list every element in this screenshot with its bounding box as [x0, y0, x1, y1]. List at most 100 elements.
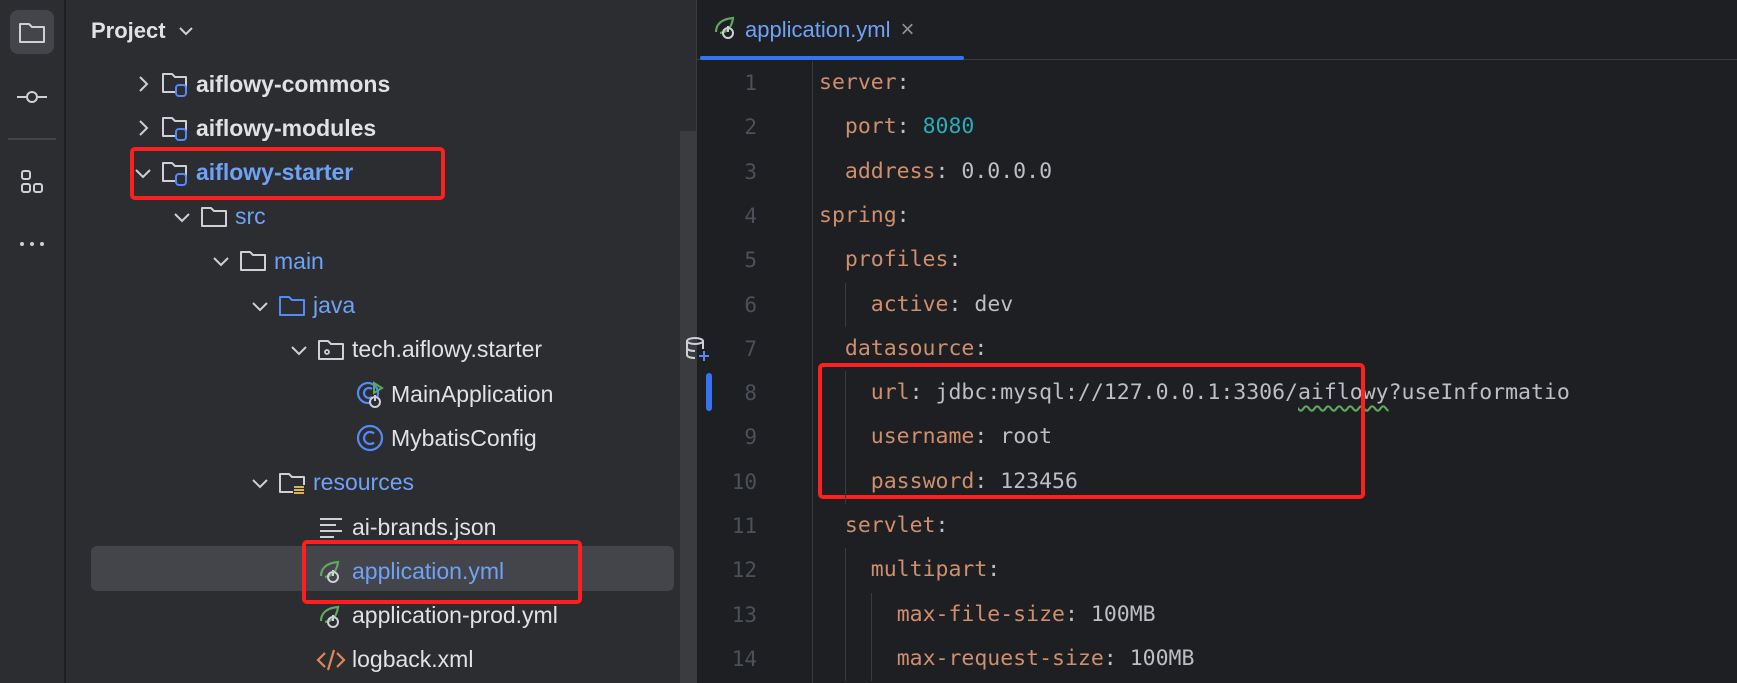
yaml-value: 8080	[922, 114, 975, 140]
line-number: 4	[744, 203, 757, 228]
fold-gutter-line	[812, 61, 813, 683]
tab-application-yml[interactable]: application.yml ×	[705, 0, 923, 60]
yaml-colon: :	[948, 247, 962, 273]
chevron-down-icon[interactable]	[245, 476, 275, 490]
tree-item-label: aiflowy-commons	[196, 70, 391, 97]
tree-item-label: application-prod.yml	[352, 602, 558, 629]
commit-tool-button[interactable]	[10, 75, 54, 119]
yaml-value: 0.0.0.0	[961, 158, 1053, 184]
yaml-key: max-request-size	[896, 645, 1104, 671]
highlight-box-application-yml	[302, 540, 582, 604]
close-icon[interactable]: ×	[901, 16, 915, 44]
yaml-colon: :	[987, 557, 1001, 583]
line-number: 6	[744, 292, 757, 317]
code-line[interactable]: active: dev	[819, 283, 1737, 327]
indent-guide	[844, 548, 846, 682]
tree-item-label: main	[274, 247, 324, 274]
yaml-key: server	[819, 70, 897, 95]
line-number: 11	[731, 514, 757, 538]
line-number-gutter: 1 2 3 4 5 6 7 8 9 10 11 12 13 14	[697, 61, 812, 683]
code-line[interactable]: servlet:	[819, 504, 1737, 548]
structure-tool-button[interactable]	[10, 160, 54, 204]
package-icon	[314, 335, 348, 365]
yaml-key: active	[870, 291, 949, 317]
change-marker[interactable]	[706, 373, 712, 411]
more-tools-button[interactable]	[10, 222, 54, 266]
yaml-key: profiles	[844, 247, 949, 273]
source-folder-icon	[275, 291, 309, 321]
tree-item[interactable]: MainApplication	[323, 372, 553, 416]
module-folder-icon	[158, 69, 192, 99]
tree-item-label: aiflowy-modules	[196, 114, 377, 141]
folder-icon	[19, 23, 45, 43]
tree-item[interactable]: MybatisConfig	[323, 416, 537, 460]
tree-item[interactable]: aiflowy-modules	[128, 106, 376, 150]
project-tool-button[interactable]	[10, 10, 54, 54]
module-folder-icon	[158, 113, 192, 143]
code-line[interactable]: address: 0.0.0.0	[819, 150, 1737, 194]
indent-guide	[870, 592, 872, 682]
chevron-down-icon[interactable]	[206, 254, 236, 268]
code-line[interactable]: multipart:	[819, 548, 1737, 592]
highlight-box-datasource	[818, 363, 1365, 499]
code-line[interactable]: max-request-size: 100MB	[819, 637, 1737, 681]
yaml-value: 100MB	[1129, 645, 1195, 671]
chevron-right-icon[interactable]	[128, 119, 158, 137]
chevron-down-icon[interactable]	[284, 343, 314, 357]
line-number: 3	[744, 159, 757, 184]
line-number: 5	[744, 248, 757, 273]
tree-item[interactable]: aiflowy-commons	[128, 62, 390, 106]
code-line[interactable]: profiles:	[819, 238, 1737, 282]
tree-item[interactable]: java	[245, 284, 355, 328]
tree-item[interactable]: main	[206, 239, 324, 283]
yaml-colon: :	[935, 158, 949, 184]
class-icon	[353, 423, 387, 453]
chevron-down-icon[interactable]	[167, 210, 197, 224]
code-line[interactable]: spring:	[819, 194, 1737, 238]
chevron-down-icon[interactable]	[245, 299, 275, 313]
yaml-key: max-file-size	[896, 601, 1065, 627]
code-line[interactable]: max-file-size: 100MB	[819, 593, 1737, 637]
chevron-right-icon[interactable]	[128, 75, 158, 93]
yaml-colon: :	[948, 291, 962, 317]
tree-item-label: MybatisConfig	[391, 424, 537, 451]
line-number: 10	[731, 469, 757, 494]
code-line[interactable]: server:	[819, 61, 1737, 105]
yaml-colon: :	[974, 335, 988, 361]
yaml-key: servlet	[844, 513, 936, 538]
line-number: 13	[731, 602, 757, 627]
xml-file-icon	[314, 645, 348, 675]
code-line[interactable]: port: 8080	[819, 105, 1737, 149]
line-number: 1	[744, 71, 757, 95]
yaml-key: port	[844, 114, 897, 140]
active-tab-indicator	[700, 56, 964, 60]
yaml-colon: :	[1103, 645, 1117, 671]
line-number: 14	[731, 646, 757, 671]
tree-item[interactable]: src	[167, 195, 266, 239]
database-add-icon[interactable]	[683, 335, 711, 368]
chevron-down-icon[interactable]	[178, 26, 194, 36]
tree-item-label: tech.aiflowy.starter	[352, 336, 543, 363]
toolbar-divider	[8, 138, 56, 140]
yaml-colon: :	[935, 513, 949, 538]
folder-icon	[197, 202, 231, 232]
tree-scrollbar[interactable]	[680, 131, 696, 683]
yaml-value-rest: ?useInformatio	[1388, 380, 1570, 406]
project-panel-header[interactable]: Project	[66, 0, 696, 62]
tree-item[interactable]: resources	[245, 461, 414, 505]
tree-item-label: java	[313, 292, 356, 318]
tree-item-label: logback.xml	[352, 646, 474, 673]
folder-icon	[236, 246, 270, 276]
yaml-key: address	[844, 158, 936, 184]
resources-folder-icon	[275, 468, 309, 498]
tab-label: application.yml	[745, 17, 891, 42]
tree-item-label: ai-brands.json	[352, 513, 497, 540]
line-number: 9	[744, 425, 757, 450]
tree-item[interactable]: tech.aiflowy.starter	[284, 328, 542, 372]
tree-item[interactable]: logback.xml	[284, 638, 473, 682]
yaml-value: 100MB	[1090, 601, 1156, 627]
structure-icon	[21, 170, 43, 193]
yaml-key: spring	[819, 202, 897, 228]
spring-boot-class-icon	[353, 379, 387, 409]
line-number: 2	[744, 115, 757, 140]
